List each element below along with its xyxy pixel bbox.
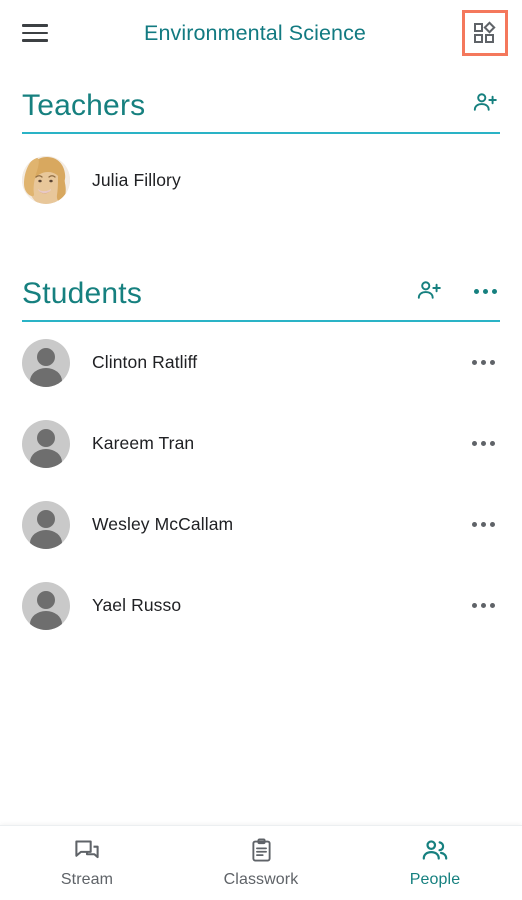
avatar <box>22 419 70 468</box>
person-name: Wesley McCallam <box>92 514 234 534</box>
nav-label-classwork: Classwork <box>223 871 299 888</box>
avatar <box>22 338 70 387</box>
app-header: Environmental Science <box>0 0 522 66</box>
students-overflow-button[interactable] <box>470 276 500 306</box>
student-overflow-button[interactable] <box>466 427 500 461</box>
avatar <box>22 500 70 549</box>
student-overflow-button[interactable] <box>466 589 500 623</box>
students-heading: Students <box>22 277 143 311</box>
nav-item-stream[interactable]: Stream <box>0 826 174 900</box>
person-name: Julia Fillory <box>92 169 181 190</box>
students-section-header: Students <box>0 276 522 311</box>
nav-item-people[interactable]: People <box>348 826 522 900</box>
invite-student-button[interactable] <box>414 276 444 306</box>
list-item[interactable]: Wesley McCallam <box>0 484 522 565</box>
nav-label-people: People <box>409 871 461 888</box>
more-horizontal-icon <box>491 288 497 294</box>
student-overflow-button[interactable] <box>466 346 500 380</box>
list-item[interactable]: Julia Fillory <box>0 140 522 220</box>
avatar <box>22 581 70 630</box>
more-horizontal-icon <box>482 288 488 294</box>
clipboard-icon <box>249 837 274 864</box>
students-list: Clinton Ratliff Kareem Tran Wesley McCal… <box>0 322 522 646</box>
forum-icon <box>74 837 100 864</box>
people-screen: Environmental Science Teachers Julia Fil… <box>0 0 522 900</box>
invite-teacher-button[interactable] <box>470 88 500 118</box>
page-title: Environmental Science <box>144 20 366 45</box>
person-name: Yael Russo <box>92 595 182 615</box>
more-horizontal-icon <box>473 288 479 294</box>
classes-grid-icon[interactable] <box>462 10 508 56</box>
person-name: Clinton Ratliff <box>92 352 198 372</box>
hamburger-menu-icon[interactable] <box>18 16 52 50</box>
list-item[interactable]: Clinton Ratliff <box>0 322 522 403</box>
teachers-heading: Teachers <box>22 89 146 123</box>
person-name: Kareem Tran <box>92 433 195 453</box>
nav-item-classwork[interactable]: Classwork <box>174 826 348 900</box>
teachers-section-header: Teachers <box>0 88 522 123</box>
student-overflow-button[interactable] <box>466 508 500 542</box>
teachers-actions <box>470 88 500 123</box>
teachers-list: Julia Fillory <box>0 140 522 220</box>
main-content: Teachers Julia Fillory Students Clinton … <box>0 66 522 825</box>
students-actions <box>414 276 500 311</box>
teachers-divider <box>22 132 500 134</box>
people-icon <box>421 837 449 864</box>
bottom-navigation: Stream Classwork People <box>0 825 522 900</box>
list-item[interactable]: Yael Russo <box>0 565 522 646</box>
avatar <box>22 156 70 204</box>
list-item[interactable]: Kareem Tran <box>0 403 522 484</box>
nav-label-stream: Stream <box>60 871 114 888</box>
